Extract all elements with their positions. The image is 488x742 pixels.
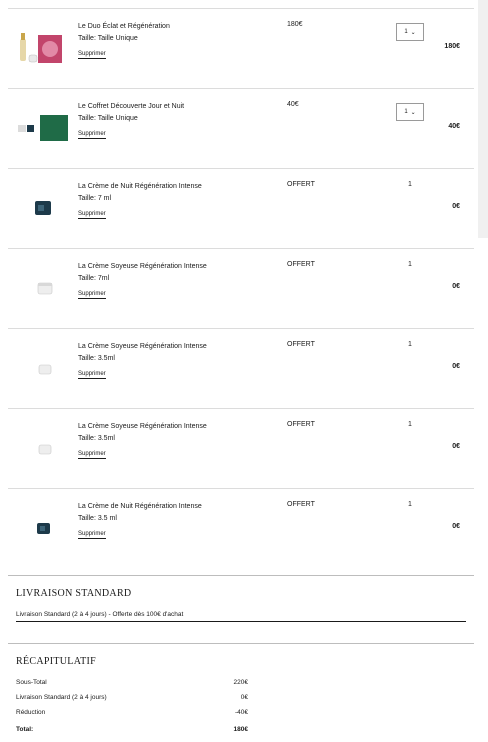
quantity-value: 1 [408,501,412,508]
discount-value: -40€ [234,709,248,716]
shipping-cost-row: Livraison Standard (2 à 4 jours) 0€ [16,694,248,709]
cart-item: La Crème Soyeuse Régénération Intense Ta… [8,249,474,329]
unit-price: OFFERT [287,421,315,428]
product-image-dark-jar[interactable] [16,181,70,235]
shipping-cost-value: 0€ [240,694,248,701]
subtotal-value: 220€ [233,679,248,686]
cart-item: La Crème Soyeuse Régénération Intense Ta… [8,409,474,489]
subtotal-row: Sous-Total 220€ [16,679,248,694]
product-image-white-jar[interactable] [16,261,70,315]
product-name[interactable]: Le Duo Éclat et Régénération [78,21,170,33]
quantity-value: 1 [408,261,412,268]
line-total: 0€ [452,203,460,210]
quantity-value: 1 [408,341,412,348]
discount-label: Réduction [16,709,46,716]
unit-price: OFFERT [287,261,315,268]
quantity-value: 1 [404,29,408,35]
product-name[interactable]: La Crème de Nuit Régénération Intense [78,501,202,513]
remove-link[interactable]: Supprimer [78,50,106,59]
cart-item: Le Duo Éclat et Régénération Taille: Tai… [8,9,474,89]
line-total: 0€ [452,443,460,450]
unit-price: OFFERT [287,181,315,188]
shipping-title: LIVRAISON STANDARD [16,588,132,599]
quantity-select[interactable]: 1 ⌄ [396,23,424,41]
quantity-value: 1 [404,109,408,115]
cart-item: La Crème de Nuit Régénération Intense Ta… [8,169,474,249]
product-size: Taille: 3.5ml [78,435,115,442]
subtotal-label: Sous-Total [16,679,47,686]
order-summary: RÉCAPITULATIF Sous-Total 220€ Livraison … [8,643,474,741]
remove-link[interactable]: Supprimer [78,130,106,139]
product-name[interactable]: La Crème Soyeuse Régénération Intense [78,341,207,353]
product-size: Taille: 7ml [78,275,110,282]
shipping-option[interactable]: Livraison Standard (2 à 4 jours) - Offer… [16,611,466,622]
line-total: 0€ [452,283,460,290]
remove-link[interactable]: Supprimer [78,290,106,299]
product-name[interactable]: La Crème Soyeuse Régénération Intense [78,261,207,273]
product-size: Taille: 7 ml [78,195,112,202]
chevron-down-icon: ⌄ [410,29,416,36]
total-label: Total: [16,726,34,733]
product-size: Taille: Taille Unique [78,115,138,122]
cart-item: La Crème Soyeuse Régénération Intense Ta… [8,329,474,409]
product-name[interactable]: Le Coffret Découverte Jour et Nuit [78,101,184,113]
cart-items-list: Le Duo Éclat et Régénération Taille: Tai… [8,8,474,568]
remove-link[interactable]: Supprimer [78,530,106,539]
remove-link[interactable]: Supprimer [78,370,106,379]
unit-price: 40€ [287,101,299,108]
cart-item: La Crème de Nuit Régénération Intense Ta… [8,489,474,568]
product-image-white-jar[interactable] [16,421,70,475]
unit-price: OFFERT [287,341,315,348]
remove-link[interactable]: Supprimer [78,210,106,219]
unit-price: 180€ [287,21,303,28]
line-total: 40€ [448,123,460,130]
product-name[interactable]: La Crème de Nuit Régénération Intense [78,181,202,193]
product-image-white-jar[interactable] [16,341,70,395]
product-image-duo[interactable] [16,21,70,75]
scrollbar[interactable] [478,0,488,238]
shipping-section: LIVRAISON STANDARD Livraison Standard (2… [8,575,474,622]
total-value: 180€ [233,726,248,733]
summary-title: RÉCAPITULATIF [16,656,97,667]
remove-link[interactable]: Supprimer [78,450,106,459]
product-image-coffret[interactable] [16,101,70,155]
line-total: 0€ [452,363,460,370]
unit-price: OFFERT [287,501,315,508]
quantity-value: 1 [408,421,412,428]
product-size: Taille: Taille Unique [78,35,138,42]
quantity-value: 1 [408,181,412,188]
discount-row: Réduction -40€ [16,709,248,724]
quantity-select[interactable]: 1 ⌄ [396,103,424,121]
line-total: 0€ [452,523,460,530]
chevron-down-icon: ⌄ [410,109,416,116]
cart-item: Le Coffret Découverte Jour et Nuit Taill… [8,89,474,169]
shipping-cost-label: Livraison Standard (2 à 4 jours) [16,694,107,701]
product-image-dark-jar[interactable] [16,501,70,555]
product-size: Taille: 3.5 ml [78,515,117,522]
product-name[interactable]: La Crème Soyeuse Régénération Intense [78,421,207,433]
line-total: 180€ [444,43,460,50]
total-row: Total: 180€ [16,726,248,741]
product-size: Taille: 3.5ml [78,355,115,362]
